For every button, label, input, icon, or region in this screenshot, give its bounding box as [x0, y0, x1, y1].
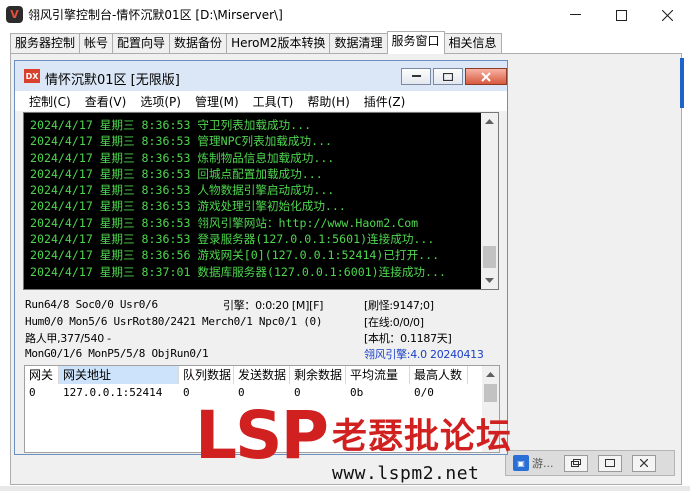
minimized-window-label: 游... [532, 457, 554, 470]
local-uptime: [本机：0.1187天] [364, 332, 452, 345]
log-line: 2024/4/17 星期三 8:36:53 人物数据引擎启动成功... [30, 183, 335, 198]
menu-bar: 控制(C) 查看(V) 选项(P) 管理(M) 工具(T) 帮助(H) 插件(Z) [15, 91, 507, 111]
close-button[interactable] [644, 0, 690, 30]
menu-item-6[interactable]: 插件(Z) [364, 93, 406, 110]
maximize-icon [615, 9, 627, 21]
log-line: 2024/4/17 星期三 8:37:01 数据库服务器(127.0.0.1:6… [30, 264, 446, 279]
log-line: 2024/4/17 星期三 8:36:53 管理NPC列表加载成功... [30, 134, 333, 149]
table-header: 网关 网关地址 队列数据 发送数据 剩余数据 平均流量 最高人数 [25, 366, 468, 384]
log-line: 2024/4/17 星期三 8:36:53 翎风引擎网站：http://www.… [30, 215, 419, 230]
background-window-edge [680, 58, 684, 108]
run-stats: Run64/8 Soc0/0 Usr0/6 [25, 298, 158, 311]
server-window: DX 情怀沉默01区 [无限版] 控制(C) 查看(V) 选项(P) 管理(M) 工具(… [14, 60, 508, 455]
log-scrollbar[interactable] [481, 113, 498, 289]
engine-version: 翎风引擎:4.0 20240413 [364, 348, 484, 361]
strip-maximize-button[interactable] [597, 454, 622, 472]
scroll-thumb[interactable] [483, 246, 496, 268]
chevron-up-icon [486, 372, 495, 377]
close-icon [481, 71, 491, 82]
log-line: 2024/4/17 星期三 8:36:53 游戏处理引擎初始化成功... [30, 199, 346, 214]
maximize-icon [604, 459, 615, 467]
inner-close-button[interactable] [465, 68, 507, 85]
tab-5[interactable]: 数据清理 [329, 33, 388, 54]
watermark-url: www.lspm2.net [332, 463, 480, 484]
table-cell: 0 [29, 386, 36, 399]
column-header-0[interactable]: 网关 [25, 366, 59, 384]
watermark-forum-name: 老瑟批论坛 [332, 417, 513, 457]
strip-close-button[interactable] [631, 454, 656, 472]
watermark-logo: LSP [195, 397, 329, 474]
window-icon: ▣ [513, 455, 529, 471]
app-logo-icon: V [6, 6, 23, 23]
menu-item-5[interactable]: 帮助(H) [307, 93, 349, 110]
column-header-3[interactable]: 发送数据 [234, 366, 290, 384]
tab-1[interactable]: 帐号 [79, 33, 114, 54]
close-icon [639, 459, 648, 467]
menu-item-4[interactable]: 工具(T) [253, 93, 294, 110]
hum-stats: Hum0/0 Mon5/6 UsrRot80/2421 Merch0/1 Npc… [25, 315, 323, 328]
column-header-1[interactable]: 网关地址 [59, 366, 179, 384]
dx-logo-icon: DX [24, 69, 40, 83]
restore-icon [570, 459, 581, 467]
window-titlebar: V 翎风引擎控制台-情怀沉默01区 [D:\Mirserver\] [0, 0, 690, 30]
engine-time: 引擎：0:0:20 [M][F] [223, 299, 324, 312]
tab-7[interactable]: 相关信息 [443, 33, 502, 54]
online-count: [在线:0/0/0] [364, 316, 424, 329]
mongo-stats: MonG0/1/6 MonP5/5/8 ObjRun0/1 [25, 347, 209, 360]
tab-3[interactable]: 数据备份 [169, 33, 228, 54]
bottom-edge [0, 486, 690, 491]
log-line: 2024/4/17 星期三 8:36:53 炼制物品信息加载成功... [30, 150, 335, 165]
scroll-thumb[interactable] [484, 384, 497, 402]
scroll-up-arrow[interactable] [482, 366, 499, 383]
server-window-title: 情怀沉默01区 [无限版] [45, 73, 180, 88]
chevron-down-icon [485, 278, 494, 283]
log-line: 2024/4/17 星期三 8:36:53 回城点配置加载成功... [30, 166, 323, 181]
minimize-icon [411, 75, 421, 77]
log-line: 2024/4/17 星期三 8:36:53 守卫列表加载成功... [30, 118, 312, 132]
log-console: 2024/4/17 星期三 8:36:53 守卫列表加载成功... 2024/4/… [23, 112, 499, 290]
column-header-5[interactable]: 平均流量 [346, 366, 410, 384]
minimize-button[interactable] [552, 0, 598, 30]
tab-0[interactable]: 服务器控制 [10, 33, 81, 54]
main-tabs: 服务器控制 帐号 配置向导 数据备份 HeroM2版本转换 数据清理 服务窗口 相关信息 [10, 31, 502, 54]
menu-item-2[interactable]: 选项(P) [140, 93, 181, 110]
log-lines: 2024/4/17 星期三 8:36:53 守卫列表加载成功... 2024/4/… [30, 117, 480, 280]
menu-item-1[interactable]: 查看(V) [85, 93, 127, 110]
refresh-monster-count: [刷怪:9147;0] [364, 299, 434, 312]
column-header-2[interactable]: 队列数据 [179, 366, 234, 384]
chevron-up-icon [485, 119, 494, 124]
window-title: 翎风引擎控制台-情怀沉默01区 [D:\Mirserver\] [28, 8, 283, 22]
log-line: 2024/4/17 星期三 8:36:53 登录服务器(127.0.0.1:56… [30, 232, 435, 247]
inner-maximize-button[interactable] [433, 68, 463, 85]
menu-item-0[interactable]: 控制(C) [29, 93, 71, 110]
table-cell: 0/0 [414, 386, 434, 399]
minimize-icon [569, 14, 581, 15]
tab-6[interactable]: 服务窗口 [386, 31, 445, 54]
log-line: 2024/4/17 星期三 8:36:56 游戏网关[0](127.0.0.1:… [30, 248, 440, 263]
column-header-6[interactable]: 最高人数 [410, 366, 468, 384]
server-window-titlebar: DX 情怀沉默01区 [无限版] [15, 61, 507, 91]
inner-minimize-button[interactable] [401, 68, 431, 85]
menu-item-3[interactable]: 管理(M) [195, 93, 239, 110]
column-header-4[interactable]: 剩余数据 [290, 366, 346, 384]
strip-restore-button[interactable] [563, 454, 588, 472]
tab-4[interactable]: HeroM2版本转换 [226, 33, 331, 54]
table-cell: 127.0.0.1:52414 [63, 386, 163, 399]
maximize-icon [443, 72, 453, 81]
tab-2[interactable]: 配置向导 [112, 33, 171, 54]
close-icon [661, 9, 673, 21]
scroll-up-arrow[interactable] [481, 113, 498, 130]
player-path: 路人甲,377/540 - [25, 332, 111, 345]
scroll-down-arrow[interactable] [481, 272, 498, 289]
table-cell: 0b [350, 386, 364, 399]
minimized-window-strip[interactable]: ▣ 游... [505, 450, 675, 476]
maximize-button[interactable] [598, 0, 644, 30]
